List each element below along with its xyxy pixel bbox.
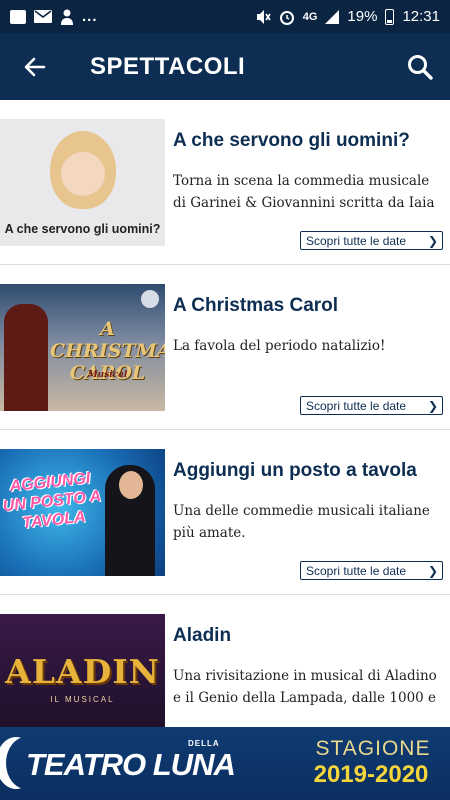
poster-subtitle: IL MUSICAL bbox=[50, 695, 115, 704]
banner-logo-text: TEATRO LUNA bbox=[26, 747, 236, 782]
show-card[interactable]: ALADIN IL MUSICAL Aladin Una rivisitazio… bbox=[0, 595, 450, 727]
poster-moon bbox=[141, 290, 159, 308]
show-description: Torna in scena la commedia musicale di G… bbox=[173, 173, 435, 211]
mute-icon bbox=[256, 9, 271, 24]
poster-text: AGGIUNGI UN POSTO A TAVOLA bbox=[2, 469, 102, 533]
show-title[interactable]: A Christmas Carol bbox=[173, 295, 338, 317]
poster-text: ALADIN bbox=[5, 652, 160, 691]
person-icon bbox=[61, 9, 73, 25]
status-left: ... bbox=[10, 8, 98, 25]
search-icon bbox=[408, 54, 433, 80]
page-title: SPETTACOLI bbox=[90, 52, 246, 80]
app-bar: SPETTACOLI bbox=[0, 33, 450, 100]
arrow-left-icon bbox=[24, 57, 46, 76]
poster-figure bbox=[4, 304, 48, 411]
poster-text: A che servono gli uomini? bbox=[4, 222, 161, 236]
network-type: 4G bbox=[302, 10, 318, 23]
poster-subtitle: Musical bbox=[87, 370, 128, 380]
mail-icon bbox=[34, 10, 52, 23]
status-more-dots: ... bbox=[82, 8, 98, 25]
show-dates-label: Scopri tutte le date bbox=[306, 398, 407, 413]
signal-icon bbox=[325, 9, 340, 24]
show-dates-button[interactable]: Scopri tutte le date ❯ bbox=[300, 396, 443, 415]
status-bar: ... 4G 19% 12:31 bbox=[0, 0, 450, 33]
show-dates-button[interactable]: Scopri tutte le date ❯ bbox=[300, 561, 443, 580]
show-title[interactable]: Aggiungi un posto a tavola bbox=[173, 460, 417, 482]
clock: 12:31 bbox=[402, 8, 440, 25]
show-title[interactable]: Aladin bbox=[173, 625, 231, 647]
poster-face bbox=[119, 471, 143, 499]
show-dates-label: Scopri tutte le date bbox=[306, 563, 407, 578]
show-dates-button[interactable]: Scopri tutte le date ❯ bbox=[300, 231, 443, 250]
banner-season-years: 2019-2020 bbox=[313, 761, 429, 788]
shows-list[interactable]: A che servono gli uomini? A che servono … bbox=[0, 100, 450, 727]
banner-della: DELLA bbox=[188, 739, 220, 748]
show-description: Una delle commedie musicali italiane più… bbox=[173, 503, 430, 541]
battery-icon bbox=[385, 8, 395, 25]
alarm-icon bbox=[279, 10, 294, 25]
show-card[interactable]: A che servono gli uomini? A che servono … bbox=[0, 100, 450, 265]
search-button[interactable] bbox=[390, 33, 450, 100]
show-poster[interactable]: A che servono gli uomini? bbox=[0, 119, 165, 246]
back-button[interactable] bbox=[0, 33, 70, 100]
show-poster[interactable]: A CHRISTMAS CAROL Musical bbox=[0, 284, 165, 411]
show-poster[interactable]: AGGIUNGI UN POSTO A TAVOLA bbox=[0, 449, 165, 576]
poster-portrait bbox=[50, 131, 116, 209]
chevron-right-icon: ❯ bbox=[427, 398, 438, 413]
ad-banner[interactable]: TEATRO LUNA DELLA STAGIONE 2019-2020 bbox=[0, 727, 450, 800]
banner-season-label: STAGIONE bbox=[315, 737, 431, 760]
image-icon bbox=[10, 9, 26, 24]
show-poster[interactable]: ALADIN IL MUSICAL bbox=[0, 614, 165, 727]
chevron-right-icon: ❯ bbox=[427, 563, 438, 578]
show-card[interactable]: A CHRISTMAS CAROL Musical A Christmas Ca… bbox=[0, 265, 450, 430]
show-description: La favola del periodo natalizio! bbox=[173, 338, 386, 354]
status-right: 4G 19% 12:31 bbox=[255, 8, 440, 25]
show-title[interactable]: A che servono gli uomini? bbox=[173, 130, 410, 152]
battery-percent: 19% bbox=[347, 8, 378, 25]
show-card[interactable]: AGGIUNGI UN POSTO A TAVOLA Aggiungi un p… bbox=[0, 430, 450, 595]
show-description: Una rivisitazione in musical di Aladino … bbox=[173, 668, 437, 706]
show-dates-label: Scopri tutte le date bbox=[306, 233, 407, 248]
chevron-right-icon: ❯ bbox=[427, 233, 438, 248]
